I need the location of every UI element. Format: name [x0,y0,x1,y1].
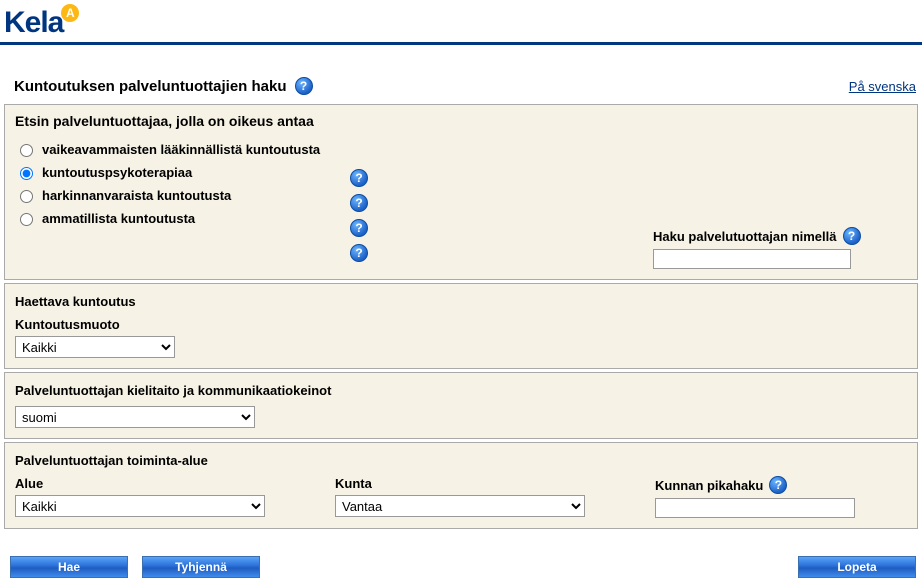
panel-toiminta-alue: Palveluntuottajan toiminta-alue Alue Kai… [4,442,918,529]
panel-title: Palveluntuottajan kielitaito ja kommunik… [15,383,907,398]
pikahaku-input[interactable] [655,498,855,518]
radio-option-2[interactable]: harkinnanvaraista kuntoutusta [15,187,907,203]
radio-group: vaikeavammaisten lääkinnällistä kuntoutu… [15,141,907,226]
name-search-label: Haku palvelutuottajan nimellä [653,229,837,244]
radio-label: vaikeavammaisten lääkinnällistä kuntoutu… [42,142,320,157]
help-icon[interactable]: ? [769,476,787,494]
button-bar: Hae Tyhjennä Lopeta [0,532,922,586]
alue-select[interactable]: Kaikki [15,495,265,517]
logo-text: Kela [4,6,63,40]
hae-button[interactable]: Hae [10,556,128,578]
panel-kuntoutus: Haettava kuntoutus Kuntoutusmuoto Kaikki [4,283,918,369]
radio-label: kuntoutuspsykoterapiaa [42,165,192,180]
radio-option-0[interactable]: vaikeavammaisten lääkinnällistä kuntoutu… [15,141,907,157]
radio-input[interactable] [20,167,33,180]
radio-input[interactable] [20,144,33,157]
pikahaku-label-row: Kunnan pikahaku ? [655,476,870,494]
panel-search-type: Etsin palveluntuottajaa, jolla on oikeus… [4,104,918,280]
help-icon-column: ? ? ? ? [350,169,368,262]
tyhjenna-button[interactable]: Tyhjennä [142,556,260,578]
panel-title: Haettava kuntoutus [15,294,907,309]
name-search-input[interactable] [653,249,851,269]
pikahaku-label: Kunnan pikahaku [655,478,763,493]
lopeta-button[interactable]: Lopeta [798,556,916,578]
alue-label: Alue [15,476,275,491]
panel-title: Palveluntuottajan toiminta-alue [15,453,907,468]
language-link[interactable]: På svenska [849,79,916,94]
panel-kielitaito: Palveluntuottajan kielitaito ja kommunik… [4,372,918,439]
logo-badge-icon: A [61,4,79,22]
help-icon[interactable]: ? [295,77,313,95]
area-row: Alue Kaikki Kunta Vantaa Kunnan pikahaku… [15,476,907,518]
radio-input[interactable] [20,190,33,203]
help-icon[interactable]: ? [350,169,368,187]
kunta-select[interactable]: Vantaa [335,495,585,517]
header: Kela A [0,0,922,42]
radio-input[interactable] [20,213,33,226]
title-row: Kuntoutuksen palveluntuottajien haku ? P… [0,45,922,101]
help-icon[interactable]: ? [350,219,368,237]
kielitaito-select[interactable]: suomi [15,406,255,428]
help-icon[interactable]: ? [350,244,368,262]
button-bar-left: Hae Tyhjennä [10,556,260,578]
kela-logo: Kela A [4,6,79,40]
kunta-label: Kunta [335,476,595,491]
name-search-block: Haku palvelutuottajan nimellä ? [653,227,903,269]
help-icon[interactable]: ? [843,227,861,245]
help-icon[interactable]: ? [350,194,368,212]
radio-option-1[interactable]: kuntoutuspsykoterapiaa [15,164,907,180]
radio-label: harkinnanvaraista kuntoutusta [42,188,231,203]
radio-option-3[interactable]: ammatillista kuntoutusta [15,210,907,226]
page-title: Kuntoutuksen palveluntuottajien haku ? [14,77,313,95]
page-title-text: Kuntoutuksen palveluntuottajien haku [14,78,287,95]
name-search-label-row: Haku palvelutuottajan nimellä ? [653,227,903,245]
field-label: Kuntoutusmuoto [15,317,907,332]
radio-label: ammatillista kuntoutusta [42,211,195,226]
kuntoutusmuoto-select[interactable]: Kaikki [15,336,175,358]
panel-title: Etsin palveluntuottajaa, jolla on oikeus… [15,113,315,129]
